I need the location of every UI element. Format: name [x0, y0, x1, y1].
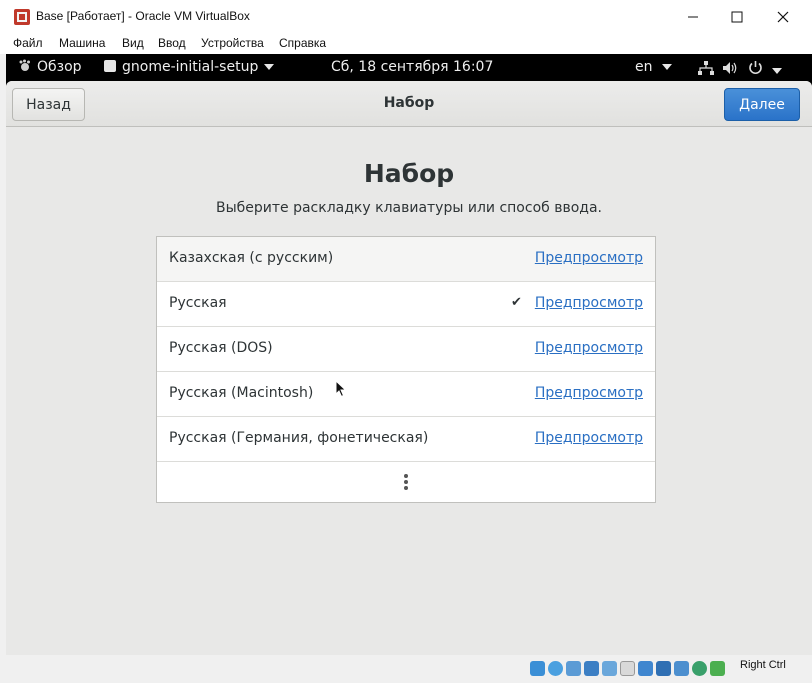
audio-icon[interactable]: [566, 661, 581, 676]
status-bar: Right Ctrl: [0, 655, 812, 683]
layout-label: Русская (Macintosh): [169, 385, 314, 401]
clock[interactable]: Сб, 18 сентября 16:07: [331, 59, 493, 75]
chevron-down-icon: [772, 68, 782, 74]
app-menu[interactable]: gnome-initial-setup: [104, 59, 275, 75]
preview-link[interactable]: Предпросмотр: [535, 250, 643, 266]
display-icon[interactable]: [638, 661, 653, 676]
volume-icon: [723, 62, 737, 74]
layout-list: Казахская (с русским) Предпросмотр Русск…: [156, 236, 656, 503]
chevron-down-icon: [661, 64, 672, 70]
title-bar: Base [Работает] - Oracle VM VirtualBox: [0, 0, 812, 33]
host-key-icon[interactable]: [710, 661, 725, 676]
menu-devices[interactable]: Устройства: [201, 36, 264, 50]
guest-display: Обзор gnome-initial-setup Сб, 18 сентябр…: [6, 54, 812, 655]
preview-link[interactable]: Предпросмотр: [535, 295, 643, 311]
activities-label: Обзор: [37, 59, 82, 75]
status-icons: [530, 658, 728, 677]
power-icon: [749, 61, 762, 75]
close-icon: [777, 11, 789, 22]
page-title: Набор: [363, 159, 455, 188]
usb-icon[interactable]: [602, 661, 617, 676]
page-subtitle: Выберите раскладку клавиатуры или способ…: [215, 200, 602, 216]
preview-link[interactable]: Предпросмотр: [535, 385, 643, 401]
header-bar: Назад Набор Далее: [6, 81, 812, 127]
maximize-icon: [731, 11, 743, 22]
input-source-menu[interactable]: en: [635, 59, 672, 75]
next-button[interactable]: Далее: [724, 88, 800, 121]
header-title: Набор: [383, 95, 435, 111]
mouse-integration-icon[interactable]: [692, 661, 707, 676]
preview-link[interactable]: Предпросмотр: [535, 430, 643, 446]
activities-button[interactable]: Обзор: [18, 59, 82, 75]
list-item[interactable]: Казахская (с русским) Предпросмотр: [157, 237, 655, 282]
input-source-label: en: [635, 59, 653, 75]
shared-folders-icon[interactable]: [620, 661, 635, 676]
minimize-icon: [688, 16, 698, 17]
list-item[interactable]: Русская (Германия, фонетическая) Предпро…: [157, 417, 655, 462]
minimize-button[interactable]: [670, 0, 716, 33]
more-vertical-icon: [404, 474, 408, 490]
chevron-down-icon: [264, 64, 275, 70]
menu-file[interactable]: Файл: [13, 36, 43, 50]
initial-setup-window: Назад Набор Далее Набор Выберите расклад…: [6, 81, 812, 655]
menu-machine[interactable]: Машина: [59, 36, 105, 50]
network-icon[interactable]: [584, 661, 599, 676]
menu-help[interactable]: Справка: [279, 36, 326, 50]
close-button[interactable]: [760, 0, 806, 33]
hard-disk-icon[interactable]: [530, 661, 545, 676]
layout-label: Русская: [169, 295, 227, 311]
menu-bar: Файл Машина Вид Ввод Устройства Справка: [0, 33, 812, 54]
window-title: Base [Работает] - Oracle VM VirtualBox: [36, 9, 250, 23]
list-item[interactable]: Русская (DOS) Предпросмотр: [157, 327, 655, 372]
video-capture-icon[interactable]: [656, 661, 671, 676]
layout-label: Русская (DOS): [169, 340, 273, 356]
system-menu[interactable]: [698, 60, 782, 79]
network-wired-icon: [698, 61, 714, 75]
virtualization-icon[interactable]: [674, 661, 689, 676]
app-window-icon: [104, 60, 116, 72]
virtualbox-window: Base [Работает] - Oracle VM VirtualBox Ф…: [0, 0, 812, 683]
layout-label: Казахская (с русским): [169, 250, 334, 266]
gnome-top-bar: Обзор gnome-initial-setup Сб, 18 сентябр…: [6, 54, 812, 81]
app-menu-label: gnome-initial-setup: [122, 59, 259, 75]
list-item[interactable]: Русская (Macintosh) Предпросмотр: [157, 372, 655, 417]
show-more-button[interactable]: [157, 462, 655, 502]
checkmark-icon: ✔: [511, 295, 522, 310]
menu-view[interactable]: Вид: [122, 36, 144, 50]
menu-input[interactable]: Ввод: [158, 36, 186, 50]
host-key-label: Right Ctrl: [740, 659, 786, 671]
list-item[interactable]: Русская ✔ Предпросмотр: [157, 282, 655, 327]
gnome-foot-icon: [19, 59, 30, 71]
layout-label: Русская (Германия, фонетическая): [169, 430, 429, 446]
virtualbox-icon: [14, 9, 30, 25]
optical-drive-icon[interactable]: [548, 661, 563, 676]
preview-link[interactable]: Предпросмотр: [535, 340, 643, 356]
maximize-button[interactable]: [714, 0, 760, 33]
mouse-cursor-icon: [335, 380, 347, 398]
